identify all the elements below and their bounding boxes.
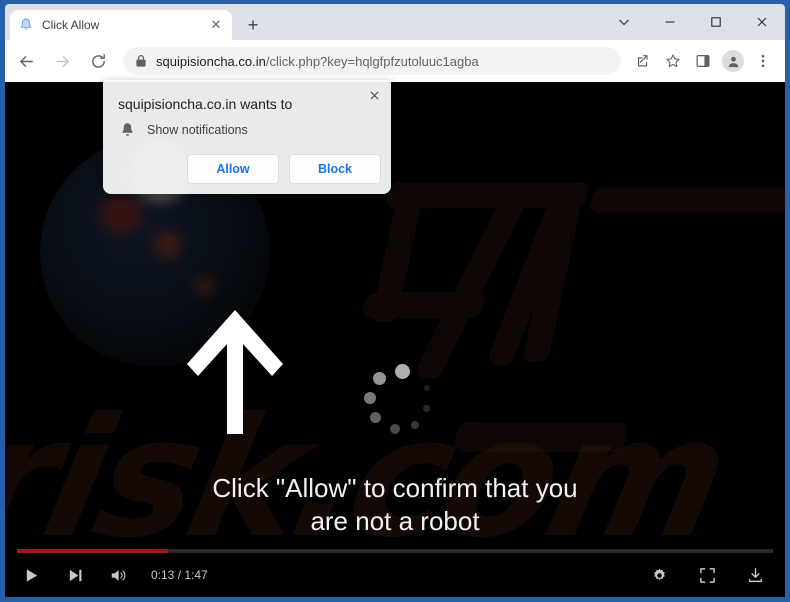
close-button[interactable]	[739, 4, 785, 40]
video-controls: 0:13 / 1:47	[5, 553, 785, 597]
loading-spinner-icon	[363, 364, 441, 442]
browser-window: Click Allow ✕ + squipisioncha.co.in/clic…	[0, 0, 790, 602]
dialog-actions: Allow Block	[177, 154, 381, 184]
headline-line-2: are not a robot	[310, 506, 480, 536]
tab-strip: Click Allow ✕ +	[5, 4, 785, 40]
tab-close-button[interactable]: ✕	[208, 17, 224, 33]
up-arrow-icon	[180, 304, 290, 439]
headline-line-1: Click "Allow" to confirm that you	[212, 473, 578, 503]
permission-row: Show notifications	[120, 122, 248, 138]
allow-button[interactable]: Allow	[187, 154, 279, 184]
three-dot-menu-icon[interactable]	[749, 47, 777, 75]
side-panel-icon[interactable]	[689, 47, 717, 75]
avatar	[722, 50, 744, 72]
tab-search-button[interactable]	[601, 4, 647, 40]
forward-button[interactable]	[47, 46, 77, 76]
bookmark-star-icon[interactable]	[659, 47, 687, 75]
download-icon[interactable]	[737, 557, 773, 593]
maximize-button[interactable]	[693, 4, 739, 40]
dialog-close-button[interactable]	[363, 84, 385, 106]
background-blob-small	[195, 277, 213, 295]
background-watermark-shapes	[320, 181, 785, 512]
fullscreen-icon[interactable]	[689, 557, 725, 593]
settings-gear-icon[interactable]	[641, 557, 677, 593]
bell-icon	[122, 123, 133, 136]
block-button[interactable]: Block	[289, 154, 381, 184]
background-blob-orange	[155, 232, 181, 258]
bell-favicon-icon	[20, 18, 32, 30]
profile-avatar-icon[interactable]	[719, 47, 747, 75]
permission-label: Show notifications	[147, 123, 248, 137]
next-track-button[interactable]	[57, 557, 93, 593]
play-button[interactable]	[13, 557, 49, 593]
reload-button[interactable]	[83, 46, 113, 76]
background-blob-red	[100, 192, 142, 234]
lock-icon	[136, 54, 146, 67]
back-button[interactable]	[11, 46, 41, 76]
page-headline: Click "Allow" to confirm that you are no…	[5, 472, 785, 538]
volume-button[interactable]	[101, 557, 137, 593]
window-controls	[601, 4, 785, 40]
new-tab-button[interactable]: +	[241, 13, 265, 37]
notification-permission-dialog: squipisioncha.co.in wants to Show notifi…	[103, 80, 391, 194]
address-bar[interactable]: squipisioncha.co.in/click.php?key=hqlgfp…	[123, 47, 621, 75]
browser-toolbar: squipisioncha.co.in/click.php?key=hqlgfp…	[5, 40, 785, 82]
address-bar-url: squipisioncha.co.in/click.php?key=hqlgfp…	[156, 54, 479, 69]
url-path: /click.php?key=hqlgfpfzutoluuc1agba	[265, 53, 479, 69]
dialog-title: squipisioncha.co.in wants to	[118, 96, 293, 112]
tab-title: Click Allow	[42, 18, 100, 32]
browser-tab[interactable]: Click Allow ✕	[10, 10, 232, 40]
video-time-display: 0:13 / 1:47	[151, 568, 208, 582]
url-host: squipisioncha.co.in	[156, 53, 266, 69]
share-icon[interactable]	[629, 47, 657, 75]
minimize-button[interactable]	[647, 4, 693, 40]
